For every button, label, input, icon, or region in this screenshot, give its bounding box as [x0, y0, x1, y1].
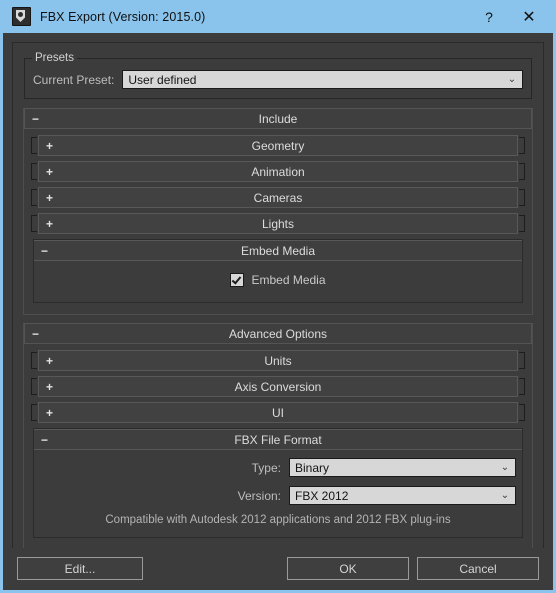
panel-ui-header[interactable]: + UI	[38, 402, 518, 423]
dialog-body: Presets Current Preset: User defined ⌄ −…	[3, 33, 553, 590]
version-row: Version: FBX 2012 ⌄	[40, 486, 516, 505]
panel-ui: + UI	[29, 402, 527, 423]
cancel-button[interactable]: Cancel	[417, 557, 539, 580]
collapse-icon: −	[41, 432, 49, 447]
close-icon[interactable]: ✕	[509, 2, 549, 32]
chevron-down-icon: ⌄	[500, 461, 510, 473]
expand-icon: +	[46, 216, 54, 231]
expand-icon: +	[46, 353, 54, 368]
embed-media-checkbox-row[interactable]: Embed Media	[40, 269, 516, 294]
panel-lights: + Lights	[29, 213, 527, 234]
chevron-down-icon: ⌄	[507, 73, 517, 85]
embed-media-checkbox[interactable]	[230, 273, 245, 287]
help-button[interactable]: ?	[469, 2, 509, 32]
expand-icon: +	[46, 190, 54, 205]
current-preset-value: User defined	[128, 72, 197, 87]
ok-button[interactable]: OK	[287, 557, 409, 580]
section-include: − Include + Geometry + Animation + Camer…	[23, 108, 533, 315]
panel-cameras: + Cameras	[29, 187, 527, 208]
chevron-down-icon: ⌄	[500, 489, 510, 501]
expand-icon: +	[46, 164, 54, 179]
panel-animation: + Animation	[29, 161, 527, 182]
panel-fbx-file-format-title: FBX File Format	[234, 432, 322, 447]
panel-lights-title: Lights	[261, 216, 295, 231]
panel-units-title: Units	[264, 353, 292, 368]
title-bar: FBX Export (Version: 2015.0) ? ✕	[3, 0, 553, 33]
panel-axis-conversion: + Axis Conversion	[29, 376, 527, 397]
panel-fbx-file-format-body: Type: Binary ⌄ Version: FBX 2012 ⌄ Compa…	[40, 450, 516, 529]
panel-animation-header[interactable]: + Animation	[38, 161, 518, 182]
panel-axis-conversion-title: Axis Conversion	[234, 379, 322, 394]
panel-embed-media-body: Embed Media	[40, 261, 516, 294]
panel-embed-media: − Embed Media Embed Media	[33, 239, 523, 303]
type-select[interactable]: Binary ⌄	[289, 458, 516, 477]
presets-group-label: Presets	[32, 52, 77, 64]
panel-axis-conversion-header[interactable]: + Axis Conversion	[38, 376, 518, 397]
section-advanced-options-header[interactable]: − Advanced Options	[24, 323, 532, 344]
current-preset-label: Current Preset:	[33, 72, 115, 87]
current-preset-row: Current Preset: User defined ⌄	[33, 70, 523, 89]
panel-ui-title: UI	[272, 405, 284, 420]
panel-geometry-title: Geometry	[251, 138, 305, 153]
edit-button[interactable]: Edit...	[17, 557, 143, 580]
section-advanced-options: − Advanced Options + Units + Axis Conver…	[23, 323, 533, 548]
panel-cameras-header[interactable]: + Cameras	[38, 187, 518, 208]
section-include-body: + Geometry + Animation + Cameras + Light…	[29, 129, 527, 303]
version-value: FBX 2012	[295, 488, 349, 503]
dialog-footer: Edit... OK Cancel	[12, 548, 544, 590]
section-advanced-options-body: + Units + Axis Conversion + UI − FBX Fil…	[29, 344, 527, 538]
section-include-title: Include	[258, 111, 298, 126]
section-advanced-options-title: Advanced Options	[228, 326, 328, 341]
presets-group: Presets Current Preset: User defined ⌄	[24, 52, 532, 99]
collapse-icon: −	[32, 111, 40, 126]
window-title: FBX Export (Version: 2015.0)	[40, 9, 206, 24]
expand-icon: +	[46, 138, 54, 153]
panel-fbx-file-format: − FBX File Format Type: Binary ⌄ Version…	[33, 428, 523, 538]
type-row: Type: Binary ⌄	[40, 458, 516, 477]
version-select[interactable]: FBX 2012 ⌄	[289, 486, 516, 505]
panel-units: + Units	[29, 350, 527, 371]
panel-cameras-title: Cameras	[253, 190, 303, 205]
panel-embed-media-title: Embed Media	[240, 243, 316, 258]
panel-embed-media-header[interactable]: − Embed Media	[34, 240, 522, 261]
options-scroll-area: Presets Current Preset: User defined ⌄ −…	[12, 42, 544, 548]
panel-geometry-header[interactable]: + Geometry	[38, 135, 518, 156]
expand-icon: +	[46, 379, 54, 394]
fbx-export-dialog: FBX Export (Version: 2015.0) ? ✕ Presets…	[0, 0, 556, 593]
embed-media-checkbox-label: Embed Media	[251, 273, 326, 287]
panel-animation-title: Animation	[251, 164, 305, 179]
panel-geometry: + Geometry	[29, 135, 527, 156]
collapse-icon: −	[32, 326, 40, 341]
current-preset-select[interactable]: User defined ⌄	[122, 70, 523, 89]
fbx-app-icon	[12, 7, 31, 26]
compatibility-note: Compatible with Autodesk 2012 applicatio…	[105, 514, 451, 526]
expand-icon: +	[46, 405, 54, 420]
type-value: Binary	[295, 460, 330, 475]
type-label: Type:	[251, 460, 281, 475]
panel-fbx-file-format-header[interactable]: − FBX File Format	[34, 429, 522, 450]
collapse-icon: −	[41, 243, 49, 258]
panel-units-header[interactable]: + Units	[38, 350, 518, 371]
section-include-header[interactable]: − Include	[24, 108, 532, 129]
version-label: Version:	[237, 488, 281, 503]
panel-lights-header[interactable]: + Lights	[38, 213, 518, 234]
